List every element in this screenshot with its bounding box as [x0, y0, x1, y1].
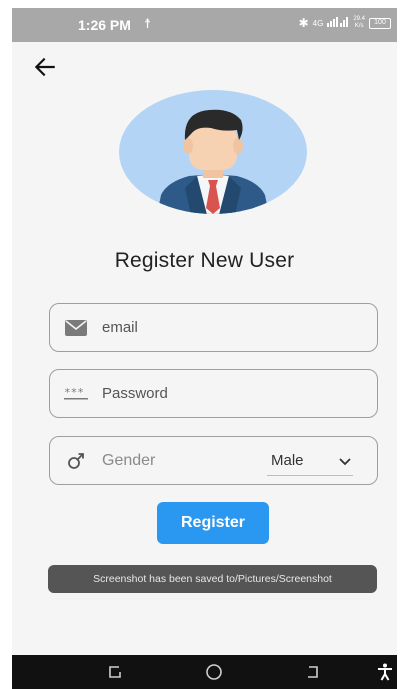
accessibility-icon [378, 663, 392, 681]
svg-text:***: *** [64, 387, 84, 399]
gender-field[interactable]: Gender Male [49, 436, 378, 485]
password-field[interactable]: *** Password [49, 369, 378, 418]
recent-apps-icon [109, 666, 121, 678]
app-screen: 1:26 PM ☨ ✱ 4G 29.4 K/s 100 Register New… [12, 8, 397, 689]
register-button[interactable]: Register [157, 502, 269, 544]
gender-dropdown[interactable]: Male [267, 446, 353, 476]
back-nav-icon [308, 666, 318, 678]
email-field[interactable]: email [49, 303, 378, 352]
back-nav-button[interactable] [303, 662, 323, 682]
home-button[interactable] [204, 662, 224, 682]
signal-icon [327, 16, 349, 30]
navigation-bar [12, 655, 397, 689]
male-symbol-icon [64, 449, 88, 473]
toast-message: Screenshot has been saved to/Pictures/Sc… [48, 565, 377, 593]
battery-icon: 100 [369, 17, 391, 29]
network-speed: 29.4 K/s [353, 16, 365, 29]
user-avatar [119, 90, 307, 214]
email-placeholder: email [102, 319, 138, 336]
status-time: 1:26 PM [78, 17, 131, 33]
gender-selected-value: Male [271, 452, 304, 469]
network-type: 4G [312, 18, 324, 28]
envelope-icon [64, 316, 88, 340]
recent-apps-button[interactable] [105, 662, 125, 682]
bluetooth-icon: ✱ [298, 16, 309, 30]
asterisk-password-icon: *** [64, 382, 88, 406]
chevron-down-icon [339, 457, 351, 465]
page-title: Register New User [114, 249, 295, 272]
arrow-left-icon [34, 57, 55, 77]
status-bar: 1:26 PM ☨ ✱ 4G 29.4 K/s 100 [12, 8, 397, 42]
back-button[interactable] [32, 54, 58, 80]
gender-label: Gender [102, 451, 156, 469]
home-circle-icon [206, 664, 222, 680]
password-placeholder: Password [102, 385, 168, 402]
accessibility-button[interactable] [375, 662, 395, 682]
status-icons: ✱ 4G 29.4 K/s 100 [299, 16, 391, 30]
accessibility-status-icon: ☨ [144, 16, 152, 31]
